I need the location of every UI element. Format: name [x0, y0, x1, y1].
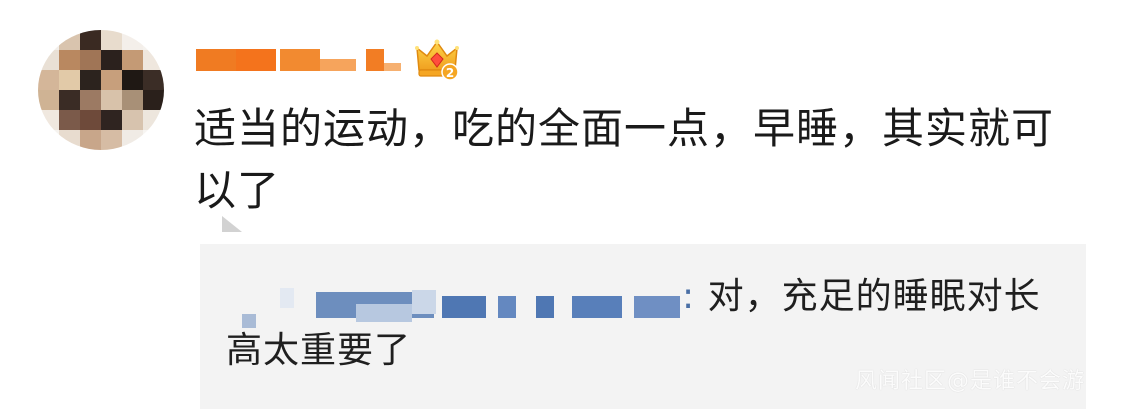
svg-text:2: 2 — [446, 66, 454, 80]
reply-colon: : — [682, 276, 696, 317]
comment-author-name[interactable] — [196, 42, 401, 78]
comment-text: 适当的运动，吃的全面一点，早睡，其实就可以了 — [194, 104, 1055, 215]
reply-box-corner — [222, 216, 242, 232]
reply-author-spacer — [226, 298, 682, 308]
reply-text: : 对，充足的睡眠对长高太重要了 — [226, 270, 1066, 378]
reply-body: 对，充足的睡眠对长高太重要了 — [226, 276, 1041, 371]
crown-vip-icon: 2 — [414, 36, 460, 82]
watermark: 风闻社区@是谁不会游 — [854, 369, 1085, 394]
avatar[interactable] — [38, 30, 164, 150]
